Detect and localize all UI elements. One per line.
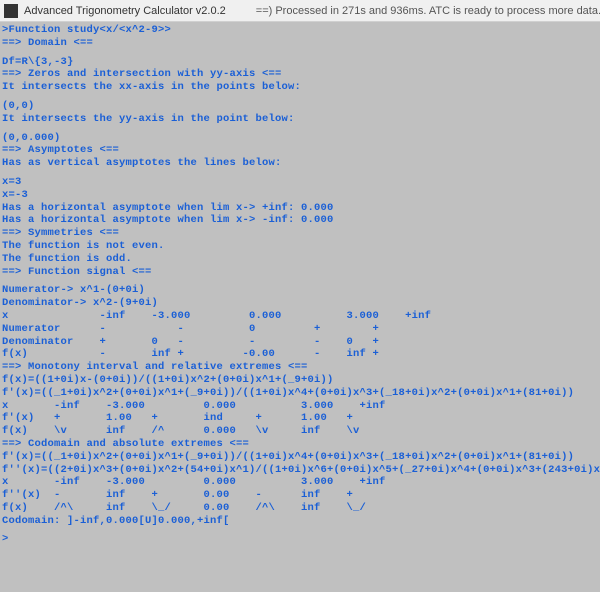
terminal-line: x -inf -3.000 0.000 3.000 +inf	[2, 476, 598, 489]
terminal-line: Denominator + 0 - - - 0 +	[2, 336, 598, 349]
terminal-line: Numerator-> x^1-(0+0i)	[2, 284, 598, 297]
titlebar: Advanced Trigonometry Calculator v2.0.2 …	[0, 0, 600, 22]
terminal-line: x -inf -3.000 0.000 3.000 +inf	[2, 400, 598, 413]
terminal-line: Has a horizontal asymptote when lim x-> …	[2, 214, 598, 227]
terminal-line: The function is not even.	[2, 240, 598, 253]
window-title: Advanced Trigonometry Calculator v2.0.2	[24, 5, 226, 17]
terminal-line: f(x)=((1+0i)x-(0+0i))/((1+0i)x^2+(0+0i)x…	[2, 374, 598, 387]
terminal-line: ==> Function signal <==	[2, 266, 598, 279]
terminal-line: Codomain: ]-inf,0.000[U]0.000,+inf[	[2, 515, 598, 528]
terminal-line: ==> Zeros and intersection with yy-axis …	[2, 68, 598, 81]
terminal-line: (0,0)	[2, 100, 598, 113]
terminal-line: f''(x) - inf + 0.00 - inf +	[2, 489, 598, 502]
terminal-line: f''(x)=((2+0i)x^3+(0+0i)x^2+(54+0i)x^1)/…	[2, 464, 598, 477]
terminal-line: x -inf -3.000 0.000 3.000 +inf	[2, 310, 598, 323]
terminal-line: x=-3	[2, 189, 598, 202]
terminal-line: Has a horizontal asymptote when lim x-> …	[2, 202, 598, 215]
terminal-line: Has as vertical asymptotes the lines bel…	[2, 157, 598, 170]
terminal-line: ==> Monotony interval and relative extre…	[2, 361, 598, 374]
terminal-line: f'(x) + 1.00 + ind + 1.00 +	[2, 412, 598, 425]
terminal-line: Df=R\{3,-3}	[2, 56, 598, 69]
terminal-line: ==> Asymptotes <==	[2, 144, 598, 157]
terminal-line: ==> Symmetries <==	[2, 227, 598, 240]
terminal-line: Denominator-> x^2-(9+0i)	[2, 297, 598, 310]
terminal-line: Numerator - - 0 + +	[2, 323, 598, 336]
terminal-line: f'(x)=((_1+0i)x^2+(0+0i)x^1+(_9+0i))/((1…	[2, 387, 598, 400]
terminal-line: It intersects the xx-axis in the points …	[2, 81, 598, 94]
terminal-output[interactable]: >Function study<x/<x^2-9>>==> Domain <==…	[0, 22, 600, 548]
terminal-line: f'(x)=((_1+0i)x^2+(0+0i)x^1+(_9+0i))/((1…	[2, 451, 598, 464]
terminal-line: (0,0.000)	[2, 132, 598, 145]
terminal-line: It intersects the yy-axis in the point b…	[2, 113, 598, 126]
status-text: ==) Processed in 271s and 936ms. ATC is …	[256, 5, 600, 17]
terminal-line: The function is odd.	[2, 253, 598, 266]
terminal-line: ==> Domain <==	[2, 37, 598, 50]
terminal-line: f(x) /^\ inf \_/ 0.00 /^\ inf \_/	[2, 502, 598, 515]
terminal-line: >Function study<x/<x^2-9>>	[2, 24, 598, 37]
terminal-line: ==> Codomain and absolute extremes <==	[2, 438, 598, 451]
app-icon	[4, 4, 18, 18]
terminal-line: x=3	[2, 176, 598, 189]
terminal-line: f(x) \v inf /^ 0.000 \v inf \v	[2, 425, 598, 438]
terminal-line: f(x) - inf + -0.00 - inf +	[2, 348, 598, 361]
terminal-line: >	[2, 533, 598, 546]
